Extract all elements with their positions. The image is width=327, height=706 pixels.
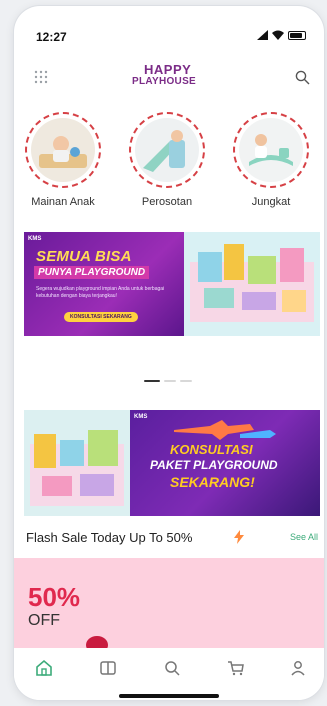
category-jungkat[interactable]: Jungkat	[228, 112, 314, 208]
wifi-icon	[272, 30, 284, 40]
profile-icon[interactable]	[288, 658, 308, 678]
banner-line-1: KONSULTASI	[170, 442, 253, 457]
category-mainan-anak[interactable]: Mainan Anak	[20, 112, 106, 208]
status-time: 12:27	[36, 30, 67, 44]
banner-line-2: PAKET PLAYGROUND	[150, 458, 278, 472]
flash-sale-title: Flash Sale Today Up To 50%	[26, 530, 193, 545]
category-label: Mainan Anak	[31, 196, 95, 208]
category-row: Mainan Anak Perosotan Jungkat	[14, 112, 324, 222]
app-header: HAPPY PLAYHOUSE	[14, 58, 324, 98]
carousel-indicator	[144, 380, 192, 382]
category-image-ring	[25, 112, 101, 188]
banner-subtitle-tag: PUNYA PLAYGROUND	[34, 266, 150, 279]
battery-icon	[288, 30, 306, 40]
category-label: Jungkat	[251, 196, 291, 208]
promo-toy-image	[86, 636, 108, 648]
home-icon[interactable]	[34, 658, 54, 678]
grid-menu-icon[interactable]	[34, 70, 48, 84]
banner-brand: KMS	[28, 236, 42, 242]
discount-off-label: OFF	[28, 612, 60, 629]
phone-screen: 12:27 HAPPY PLAYHOUSE Mainan Anak Peroso…	[14, 6, 324, 700]
category-perosotan[interactable]: Perosotan	[124, 112, 210, 208]
status-icons	[257, 30, 306, 40]
promo-banner-konsultasi[interactable]: KMS KONSULTASI PAKET PLAYGROUND SEKARANG…	[24, 410, 320, 516]
banner-text-panel: KMS SEMUA BISA PUNYA PLAYGROUND Segera w…	[24, 232, 184, 336]
banner-description: Segera wujudkan playground impian Anda u…	[36, 286, 165, 299]
logo-text-playhouse: PLAYHOUSE	[132, 76, 197, 87]
playground-image	[24, 410, 130, 516]
flash-sale-promo-card[interactable]: 50% OFF	[14, 558, 324, 648]
flash-sale-header: Flash Sale Today Up To 50% See All	[26, 526, 318, 548]
search-icon[interactable]	[162, 658, 182, 678]
category-image-ring	[233, 112, 309, 188]
lightning-icon	[234, 530, 244, 544]
cart-icon[interactable]	[226, 658, 246, 678]
bottom-tab-bar	[14, 648, 324, 700]
banner-brand: KMS	[134, 414, 148, 420]
carousel-dot[interactable]	[164, 380, 176, 382]
signal-icon	[257, 30, 268, 40]
airplane-icon	[174, 420, 276, 440]
banner-title: SEMUA BISA	[36, 248, 132, 265]
category-label: Perosotan	[141, 196, 193, 208]
status-bar: 12:27	[14, 6, 324, 46]
banner-line-3: SEKARANG!	[170, 474, 255, 490]
see-all-link[interactable]: See All	[290, 532, 318, 542]
category-image	[135, 118, 199, 182]
category-image	[31, 118, 95, 182]
category-image-ring	[129, 112, 205, 188]
banner-text-panel: KMS KONSULTASI PAKET PLAYGROUND SEKARANG…	[130, 410, 320, 516]
logo-text-happy: HAPPY	[144, 62, 192, 77]
category-image	[239, 118, 303, 182]
playground-image	[184, 232, 320, 336]
carousel-dot-active[interactable]	[144, 380, 160, 382]
carousel-dot[interactable]	[180, 380, 192, 382]
search-icon[interactable]	[295, 70, 310, 85]
brand-logo[interactable]: HAPPY PLAYHOUSE	[132, 62, 212, 96]
discount-percent: 50%	[28, 582, 81, 612]
promo-banner-playground[interactable]: KMS SEMUA BISA PUNYA PLAYGROUND Segera w…	[24, 232, 320, 336]
catalog-icon[interactable]	[98, 658, 118, 678]
home-indicator[interactable]	[119, 694, 219, 698]
banner-cta-button[interactable]: KONSULTASI SEKARANG	[64, 312, 138, 322]
